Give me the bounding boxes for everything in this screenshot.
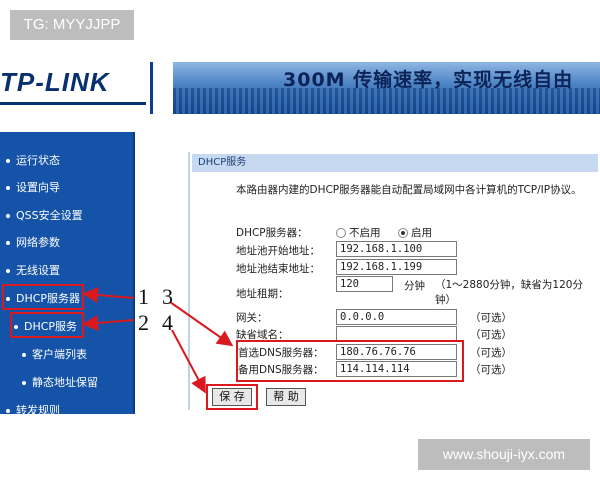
- arrow-to-dhcp-server: [82, 287, 135, 303]
- arrow-to-dhcp-service: [82, 315, 135, 331]
- annotation-number-4: 4: [162, 310, 173, 335]
- annotation-arrows: [82, 287, 234, 394]
- watermark-bottom-right: www.shouji-iyx.com: [418, 439, 590, 470]
- arrow-to-dns: [169, 301, 234, 347]
- annotation-number-2: 2: [138, 310, 149, 335]
- annotation-number-1: 1: [138, 284, 149, 309]
- arrow-to-save: [171, 329, 206, 394]
- annotation-number-3: 3: [162, 284, 173, 309]
